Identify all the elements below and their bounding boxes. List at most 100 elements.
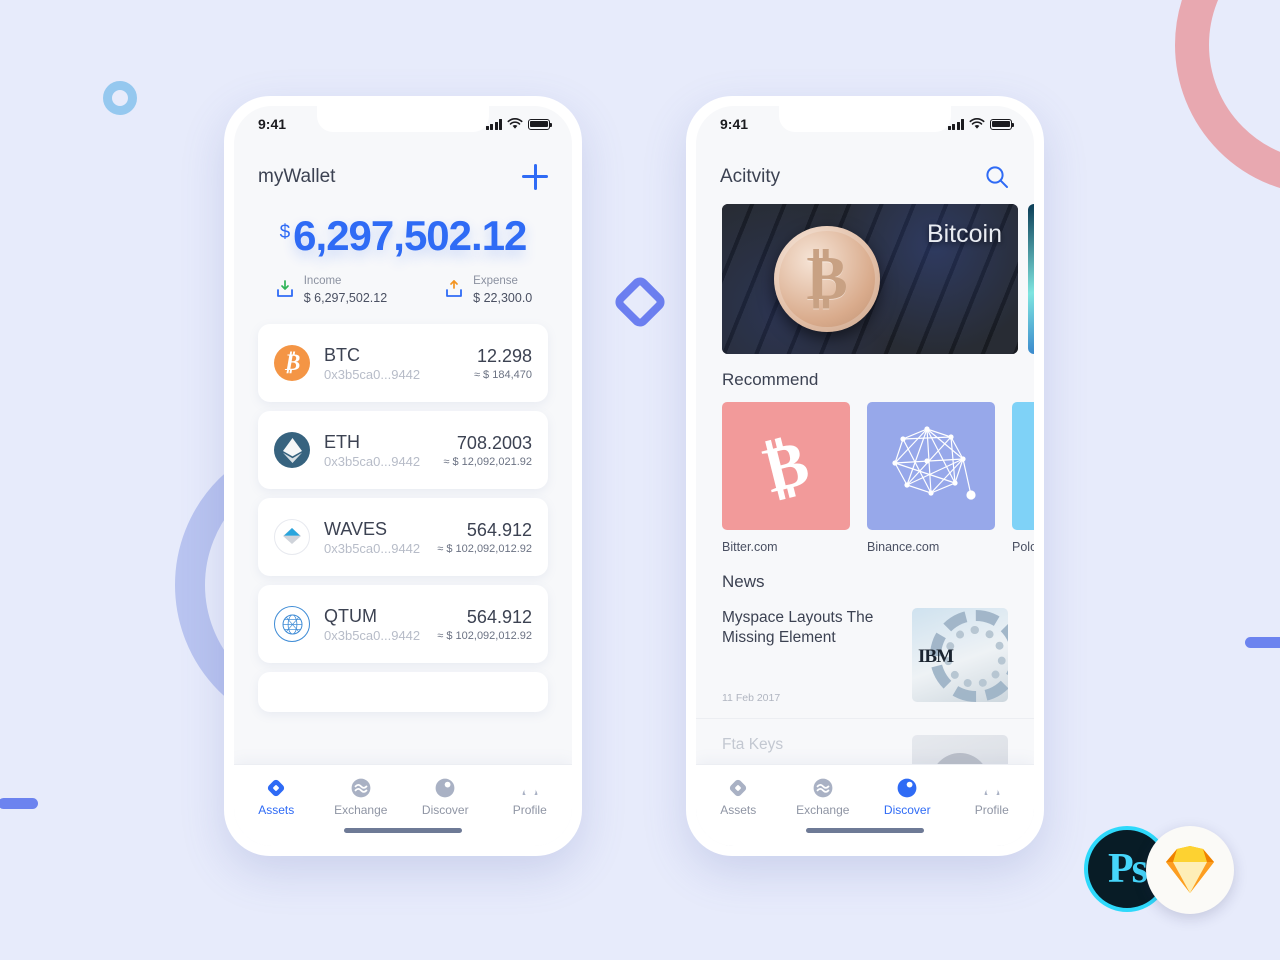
asset-row-qtum[interactable]: QTUM 0x3b5ca0...9442 564.912 ≈ $ 102,092…	[258, 585, 548, 664]
banner-carousel[interactable]: ₿ Bitcoin	[696, 190, 1034, 354]
tab-exchange[interactable]: Exchange	[781, 777, 866, 817]
discover-header: Acitvity	[696, 142, 1034, 190]
expense-summary: Expense $ 22,300.0	[443, 274, 532, 306]
recommend-card-binance[interactable]: Binance.com	[867, 402, 995, 554]
asset-usd-value: ≈ $ 12,092,021.92	[443, 455, 532, 468]
exchange-wave-icon	[319, 777, 404, 799]
ibm-logo: IBM	[918, 646, 954, 667]
asset-address: 0x3b5ca0...9442	[324, 627, 421, 643]
tab-label: Discover	[883, 803, 931, 817]
news-item-title: Myspace Layouts The Missing Element	[722, 609, 874, 647]
home-indicator[interactable]	[344, 828, 462, 833]
asset-symbol: ETH	[324, 432, 360, 453]
search-icon[interactable]	[984, 164, 1010, 190]
income-tray-down-icon	[276, 280, 293, 298]
news-title: News	[722, 572, 765, 591]
sketch-diamond-icon	[1166, 846, 1214, 893]
add-wallet-button[interactable]	[522, 164, 548, 190]
battery-icon	[528, 118, 552, 130]
bitcoin-icon: ₿	[274, 345, 310, 382]
tab-discover[interactable]: Discover	[403, 777, 488, 817]
assets-diamond-icon	[696, 777, 781, 799]
news-list-item[interactable]: Myspace Layouts The Missing Element 11 F…	[696, 592, 1034, 719]
asset-symbol: WAVES	[324, 519, 388, 540]
page-title: Acitvity	[720, 166, 781, 187]
discover-compass-icon	[403, 777, 488, 799]
bitcoin-coin-photo: ₿	[774, 226, 880, 332]
svg-text:₿: ₿	[757, 430, 816, 502]
tab-bar: Assets Exchange Discover Profile	[234, 764, 572, 846]
discover-compass-icon	[865, 777, 950, 799]
tab-label: Profile	[974, 803, 1009, 817]
currency-symbol: $	[279, 222, 291, 243]
tab-label: Exchange	[796, 803, 850, 817]
asset-usd-value: ≈ $ 102,092,012.92	[437, 542, 532, 555]
asset-quantity: 564.912	[466, 606, 532, 627]
binance-network-icon	[867, 402, 995, 530]
expense-value: $ 22,300.0	[473, 290, 533, 305]
ethereum-icon	[274, 432, 310, 469]
sketch-badge	[1146, 826, 1234, 914]
right-blue-bar	[1245, 637, 1280, 648]
asset-symbol: QTUM	[324, 606, 377, 627]
bitcoin-b-icon: ₿	[722, 402, 850, 530]
phone-mockup-wallet: 9:41 myWallet $ 6,297,502.12 Income $ 6,…	[224, 96, 582, 856]
recommend-title: Recommend	[722, 370, 819, 389]
tab-assets[interactable]: Assets	[696, 777, 781, 817]
server-ring-inner-shape	[944, 626, 1006, 688]
tab-exchange[interactable]: Exchange	[319, 777, 404, 817]
tab-label: Discover	[421, 803, 469, 817]
banner-abstract[interactable]	[1028, 204, 1034, 354]
recommend-label: Polonie	[1012, 540, 1034, 554]
screen-discover: 9:41 Acitvity ₿ Bitcoin Recommend ₿ Bitt…	[696, 106, 1034, 846]
asset-symbol: BTC	[324, 345, 360, 366]
expense-label: Expense	[473, 275, 518, 287]
asset-address: 0x3b5ca0...9442	[324, 540, 421, 556]
status-time: 9:41	[258, 116, 287, 132]
left-blue-bar	[0, 798, 38, 809]
asset-quantity: 564.912	[466, 519, 532, 540]
banner-caption: Bitcoin	[926, 220, 1002, 248]
tab-assets[interactable]: Assets	[234, 777, 319, 817]
asset-row-btc[interactable]: ₿ BTC 0x3b5ca0...9442 12.298 ≈ $ 184,470	[258, 324, 548, 403]
asset-row-waves[interactable]: WAVES 0x3b5ca0...9442 564.912 ≈ $ 102,09…	[258, 498, 548, 577]
page-title: myWallet	[258, 166, 336, 187]
tab-bar: Assets Exchange Discover Profile	[696, 764, 1034, 846]
tab-label: Assets	[720, 803, 757, 817]
home-indicator[interactable]	[806, 828, 924, 833]
news-item-date: 11 Feb 2017	[722, 692, 781, 704]
balance-section: $ 6,297,502.12 Income $ 6,297,502.12 Exp…	[234, 212, 572, 306]
asset-address: 0x3b5ca0...9442	[324, 453, 421, 469]
recommend-card-poloniex[interactable]: Polonie	[1012, 402, 1034, 554]
income-summary: Income $ 6,297,502.12	[274, 274, 387, 306]
recommend-card-bitter[interactable]: ₿ Bitter.com	[722, 402, 850, 554]
asset-quantity: 708.2003	[456, 432, 532, 453]
asset-usd-value: ≈ $ 102,092,012.92	[437, 629, 532, 642]
balance-amount: 6,297,502.12	[293, 212, 527, 259]
qtum-icon	[274, 606, 310, 643]
asset-row-partial[interactable]	[258, 672, 548, 713]
income-value: $ 6,297,502.12	[303, 290, 388, 305]
tab-label: Exchange	[334, 803, 388, 817]
assets-diamond-icon	[234, 777, 319, 799]
asset-address: 0x3b5ca0...9442	[324, 366, 421, 382]
tab-label: Assets	[258, 803, 295, 817]
wallet-header: myWallet	[234, 142, 572, 190]
income-label: Income	[303, 275, 342, 287]
wifi-icon	[507, 118, 523, 129]
poloniex-icon	[1012, 402, 1034, 530]
asset-row-eth[interactable]: ETH 0x3b5ca0...9442 708.2003 ≈ $ 12,092,…	[258, 411, 548, 490]
banner-bitcoin[interactable]: ₿ Bitcoin	[722, 204, 1018, 354]
waves-icon	[274, 519, 310, 556]
recommend-carousel[interactable]: ₿ Bitter.com Binance.com Polo	[696, 390, 1034, 554]
phone-mockup-discover: 9:41 Acitvity ₿ Bitcoin Recommend ₿ Bitt…	[686, 96, 1044, 856]
tab-discover[interactable]: Discover	[865, 777, 950, 817]
exchange-wave-icon	[781, 777, 866, 799]
status-bar: 9:41	[696, 106, 1034, 142]
tab-profile[interactable]: Profile	[950, 777, 1035, 817]
pink-ring-arc	[1175, 0, 1280, 195]
tab-profile[interactable]: Profile	[488, 777, 573, 817]
small-blue-ring	[103, 81, 137, 115]
asset-list: ₿ BTC 0x3b5ca0...9442 12.298 ≈ $ 184,470…	[234, 324, 572, 713]
status-bar: 9:41	[234, 106, 572, 142]
